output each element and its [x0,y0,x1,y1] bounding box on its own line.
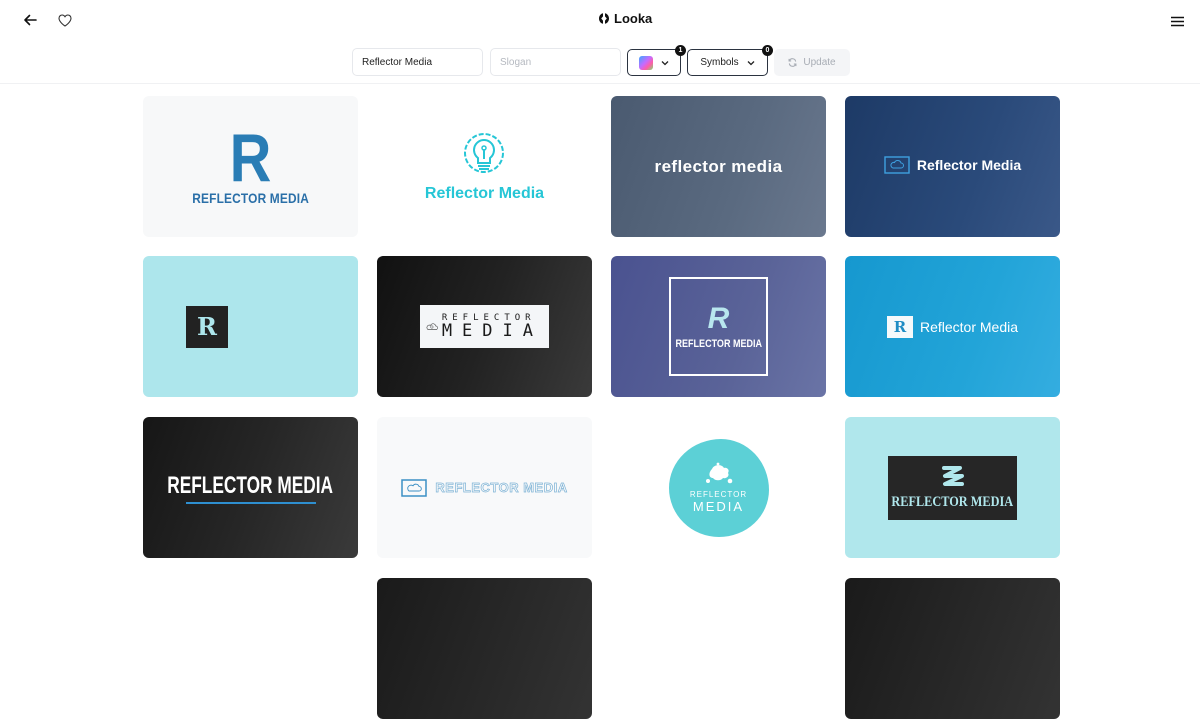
logo-card[interactable] [377,578,592,719]
cloud-chart-icon [401,478,428,497]
logo-name-line2: MEDIA [441,320,543,341]
symbols-dropdown[interactable]: Symbols 0 [687,45,773,76]
logo-card[interactable]: R [143,256,358,397]
logo-card[interactable]: REFLECTOR MEDIA [143,417,358,558]
logo-monogram: R [893,317,907,336]
logo-name: REFLECTOR MEDIA [192,189,309,206]
top-bar: Looka [0,0,1200,42]
refresh-icon [788,58,797,67]
ribbon-swirl-icon [941,466,964,486]
chevron-down-icon [661,60,669,65]
slogan-field[interactable] [490,48,621,76]
logo-name-line1: REFLECTOR [689,490,748,499]
logo-card[interactable]: REFLECTOR MEDIA [845,417,1060,558]
color-palette-swatch [639,55,653,70]
paint-splash-icon [705,462,732,484]
heart-icon [58,13,72,27]
logo-name: REFLECTOR MEDIA [435,480,568,496]
colors-dropdown[interactable]: 1 [627,45,686,76]
brand[interactable]: Looka [598,11,652,26]
logo-card[interactable]: Reflector Media [845,96,1060,237]
logo-card[interactable]: R Reflector Media [845,256,1060,397]
logo-card[interactable]: REFLECTOR MEDIA [611,417,826,558]
logo-name: REFLECTOR MEDIA [675,337,762,350]
colors-count-badge: 1 [675,45,686,56]
chevron-down-icon [747,60,755,65]
logo-name: Reflector Media [919,318,1019,335]
logo-underline [185,501,316,504]
lightbulb-gear-icon [464,132,505,173]
logo-blob: REFLECTOR MEDIA [668,438,769,537]
menu-button[interactable] [1165,9,1189,33]
logo-monogram: R [707,301,730,335]
logo-card[interactable]: REFLECTOR MEDIA [377,256,592,397]
logo-card[interactable] [845,578,1060,719]
logo-name: REFLECTOR MEDIA [167,471,334,499]
logo-card[interactable]: R REFLECTOR MEDIA [143,96,358,237]
logo-monogram-box: R [886,315,913,338]
update-button[interactable]: Update [774,49,850,76]
slogan-input[interactable] [500,56,611,68]
logo-card[interactable]: R REFLECTOR MEDIA [611,256,826,397]
logo-monogram-box: R [186,305,228,348]
logo-card[interactable]: reflector media [611,96,826,237]
logo-monogram: R [197,312,217,341]
editor-toolbar: 1 Symbols 0 Update [0,45,1200,78]
arrow-left-icon [24,14,37,26]
logo-name: Reflector Media [424,184,545,202]
cloud-lightbulb-icon [426,323,438,330]
cloud-monitor-icon [884,155,910,174]
back-button[interactable] [18,8,42,32]
symbols-count-badge: 0 [762,45,773,56]
logo-card[interactable]: REFLECTOR MEDIA [377,417,592,558]
logo-name: reflector media [654,156,783,176]
logo-card[interactable]: Reflector Media [377,96,592,237]
brand-name: Looka [614,11,653,26]
logo-monogram: R [229,119,272,196]
company-name-field[interactable] [352,48,483,76]
symbols-label: Symbols [700,57,739,68]
hamburger-menu-icon [1170,16,1184,26]
update-label: Update [803,57,836,68]
looka-logo-icon [599,13,609,24]
logo-name-line2: MEDIA [692,499,745,514]
logo-name: Reflector Media [916,156,1022,173]
header-divider [0,83,1200,84]
favorite-button[interactable] [53,8,77,32]
logo-name: REFLECTOR MEDIA [891,494,1014,510]
company-name-input[interactable] [362,56,473,68]
